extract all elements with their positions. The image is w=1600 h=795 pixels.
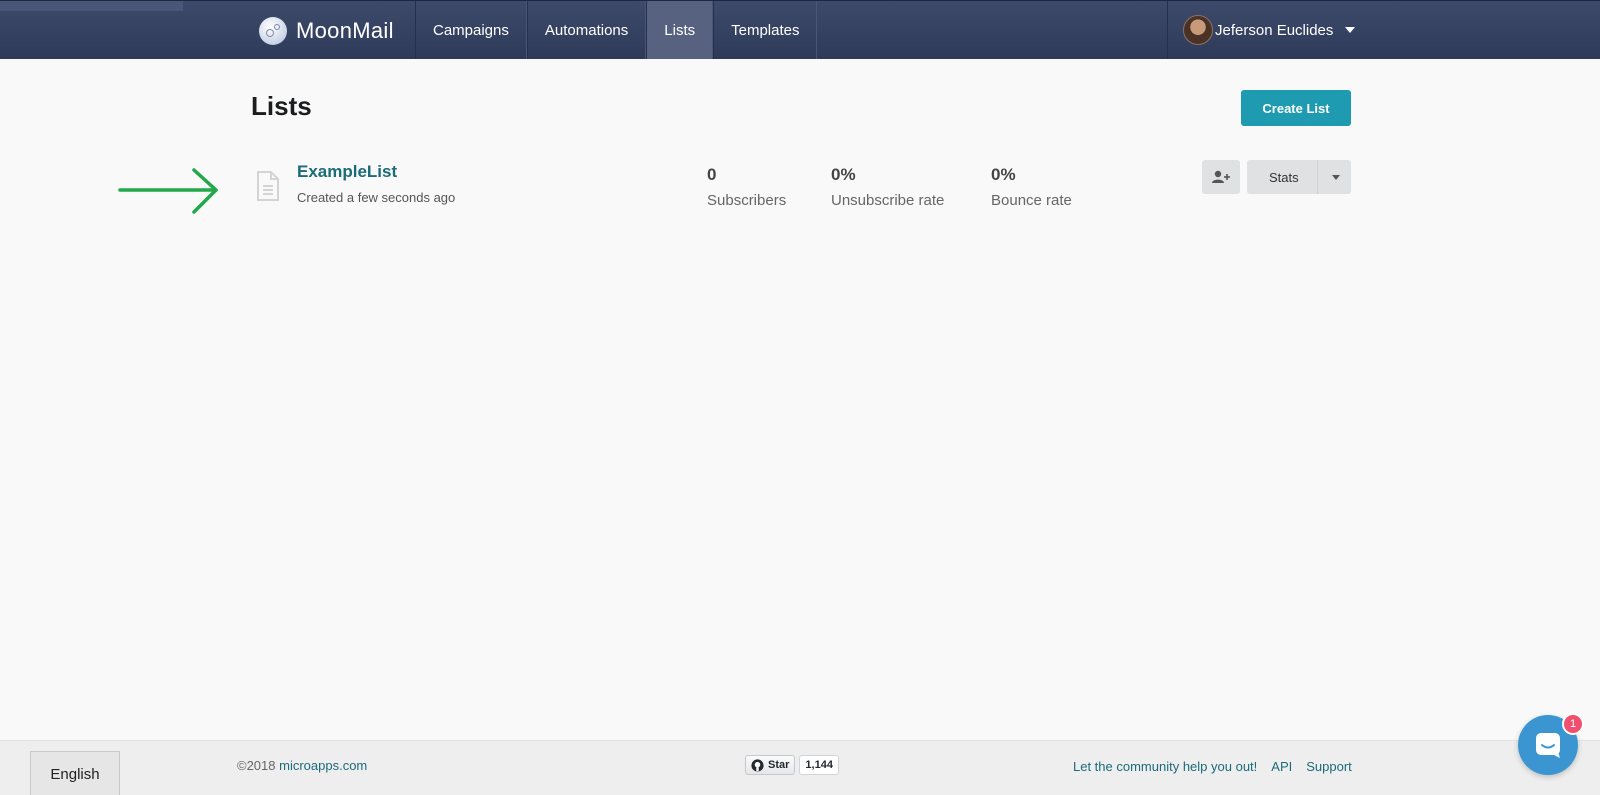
nav-item-templates[interactable]: Templates	[713, 1, 818, 59]
arrow-right-icon	[118, 168, 218, 214]
github-icon	[751, 758, 764, 772]
stat-label: Unsubscribe rate	[831, 192, 945, 209]
support-link[interactable]: Support	[1306, 759, 1352, 774]
nav-item-automations[interactable]: Automations	[526, 1, 647, 59]
language-selector[interactable]: English	[30, 751, 120, 795]
button-divider	[1317, 160, 1318, 194]
chevron-down-icon[interactable]	[1332, 175, 1340, 180]
brand-name: MoonMail	[296, 18, 394, 43]
copyright: ©2018 microapps.com	[237, 758, 367, 773]
moon-logo-icon	[259, 17, 287, 45]
list-created-date: Created a few seconds ago	[297, 190, 456, 205]
nav-item-lists[interactable]: Lists	[646, 1, 714, 59]
chat-icon	[1536, 733, 1560, 758]
footer-links: Let the community help you out! API Supp…	[1073, 759, 1352, 774]
stat-unsubscribe-rate: 0% Unsubscribe rate	[831, 165, 944, 209]
main-nav: Campaigns Automations Lists Templates	[415, 1, 818, 59]
nav-item-campaigns[interactable]: Campaigns	[415, 1, 527, 59]
add-user-icon	[1212, 170, 1230, 183]
chevron-down-icon	[1345, 27, 1356, 33]
brand-logo-link[interactable]: MoonMail	[259, 15, 394, 47]
copyright-text: ©2018	[237, 758, 276, 773]
top-navbar: MoonMail Campaigns Automations Lists Tem…	[0, 0, 1600, 59]
add-subscriber-button[interactable]	[1202, 160, 1240, 194]
document-icon	[257, 171, 279, 201]
stat-subscribers: 0 Subscribers	[707, 165, 786, 209]
user-name: Jeferson Euclides	[1215, 21, 1334, 39]
microapps-link[interactable]: microapps.com	[279, 758, 367, 773]
github-star-button[interactable]: Star	[745, 755, 796, 775]
page-title: Lists	[251, 91, 312, 121]
github-star-widget: Star 1,144	[745, 755, 839, 775]
stats-dropdown-button[interactable]: Stats	[1247, 160, 1351, 194]
topbar-strip	[0, 1, 183, 11]
list-name-link[interactable]: ExampleList	[297, 162, 397, 182]
notification-badge: 1	[1562, 713, 1584, 735]
stat-label: Bounce rate	[991, 192, 1072, 209]
github-star-label: Star	[768, 759, 790, 771]
user-menu[interactable]: Jeferson Euclides	[1167, 1, 1357, 59]
stat-value: 0%	[991, 165, 1016, 184]
community-link[interactable]: Let the community help you out!	[1073, 759, 1257, 774]
footer: English ©2018 microapps.com Star 1,144 L…	[0, 740, 1600, 795]
avatar	[1183, 15, 1213, 45]
stat-value: 0	[707, 165, 717, 184]
create-list-button[interactable]: Create List	[1241, 90, 1351, 126]
stat-value: 0%	[831, 165, 856, 184]
api-link[interactable]: API	[1271, 759, 1292, 774]
stat-bounce-rate: 0% Bounce rate	[991, 165, 1072, 209]
stats-button-label: Stats	[1269, 170, 1299, 185]
github-star-count[interactable]: 1,144	[799, 755, 839, 775]
stat-label: Subscribers	[707, 192, 787, 209]
